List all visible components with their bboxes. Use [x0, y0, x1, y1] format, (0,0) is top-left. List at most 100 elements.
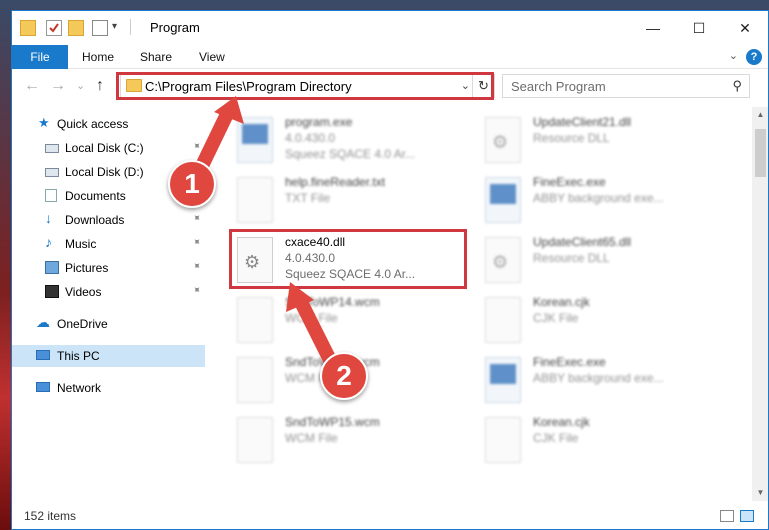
file-item[interactable]: Korean.cjk CJK File — [479, 291, 719, 349]
file-item[interactable]: Korean.cjk CJK File — [479, 411, 719, 469]
sidebar-item-quick-access[interactable]: ★ Quick access — [12, 113, 205, 135]
file-name: FineExec.exe — [533, 355, 606, 369]
sidebar-item-label: Downloads — [65, 213, 125, 227]
step-2-badge: 2 — [320, 352, 368, 400]
file-item[interactable]: program.exe 4.0.430.0 Squeez SQACE 4.0 A… — [231, 111, 471, 169]
file-detail: 4.0.430.0 — [285, 131, 336, 145]
file-item[interactable]: help.fineReader.txt TXT File — [231, 171, 471, 229]
tab-file[interactable]: File — [12, 45, 68, 69]
file-name: Korean.cjk — [533, 295, 590, 309]
sidebar-item-this-pc[interactable]: This PC — [12, 345, 205, 367]
scroll-down-icon[interactable]: ▼ — [752, 485, 768, 501]
recent-locations-button[interactable]: ⌄ — [76, 79, 85, 92]
forward-button[interactable]: → — [50, 77, 66, 95]
title-bar: ▾ Program — ☐ ✕ — [12, 11, 768, 45]
cloud-icon: ☁ — [36, 314, 50, 330]
close-button[interactable]: ✕ — [722, 11, 768, 45]
file-item[interactable]: SndToWP14.wcm WCM File — [231, 291, 471, 349]
pin-icon: ✦ — [189, 283, 204, 298]
file-detail: ABBY background exe... — [533, 371, 664, 385]
file-name: UpdateClient65.dll — [533, 235, 632, 249]
tab-share[interactable]: Share — [140, 50, 172, 64]
music-icon: ♪ — [45, 234, 52, 250]
tiles-view-icon[interactable] — [740, 510, 754, 522]
file-item[interactable]: UpdateClient21.dll Resource DLL — [479, 111, 719, 169]
file-name: program.exe — [285, 115, 353, 129]
sidebar-item-downloads[interactable]: ↓ Downloads ✦ — [12, 209, 205, 231]
title-divider — [130, 19, 131, 35]
file-item[interactable]: SndToWP15.wcm WCM File — [231, 411, 471, 469]
back-button[interactable]: ← — [24, 77, 40, 95]
minimize-button[interactable]: — — [630, 11, 676, 45]
downloads-icon: ↓ — [45, 210, 52, 226]
file-highlight-box — [229, 229, 467, 289]
file-detail: TXT File — [285, 191, 331, 205]
file-item[interactable]: UpdateClient65.dll Resource DLL — [479, 231, 719, 289]
file-detail: WCM File — [285, 311, 338, 325]
dll-file-icon — [485, 117, 521, 163]
star-icon: ★ — [38, 115, 50, 130]
quick-access-toolbar-icon[interactable] — [92, 20, 108, 36]
sidebar-item-label: Quick access — [57, 117, 129, 131]
new-folder-icon[interactable] — [68, 20, 84, 36]
exe-file-icon — [485, 357, 521, 403]
videos-icon — [45, 285, 59, 298]
search-input[interactable] — [511, 78, 721, 94]
help-icon[interactable]: ? — [746, 49, 762, 65]
sidebar-item-music[interactable]: ♪ Music ✦ — [12, 233, 205, 255]
file-detail: WCM File — [285, 431, 338, 445]
dll-file-icon — [485, 237, 521, 283]
expand-ribbon-icon[interactable]: ⌄ — [729, 49, 738, 62]
file-name: help.fineReader.txt — [285, 175, 386, 189]
sidebar-item-label: Documents — [65, 189, 126, 203]
status-bar: 152 items — [12, 501, 768, 529]
file-item[interactable]: FineExec.exe ABBY background exe... — [479, 351, 719, 409]
vertical-scrollbar[interactable]: ▲ ▼ — [752, 107, 768, 501]
step-1-badge: 1 — [168, 160, 216, 208]
file-detail: Resource DLL — [533, 131, 610, 145]
up-button[interactable]: ↑ — [96, 77, 104, 95]
sidebar-item-label: Videos — [65, 285, 102, 299]
drive-icon — [45, 144, 59, 153]
txt-file-icon — [237, 177, 273, 223]
ribbon-tabs: File Home Share View ⌄ ? — [12, 45, 768, 69]
exe-file-icon — [485, 177, 521, 223]
window-title: Program — [150, 20, 200, 35]
sidebar-item-videos[interactable]: Videos ✦ — [12, 281, 205, 303]
sidebar-item-label: Local Disk (D:) — [65, 165, 144, 179]
pin-icon: ✦ — [189, 139, 204, 154]
sidebar-item-onedrive[interactable]: ☁ OneDrive — [12, 313, 205, 335]
sidebar-item-label: Music — [65, 237, 97, 251]
item-count: 152 items — [24, 509, 77, 523]
scroll-up-icon[interactable]: ▲ — [752, 107, 768, 123]
sidebar-item-label: Pictures — [65, 261, 109, 275]
sidebar-item-label: OneDrive — [57, 317, 108, 331]
search-box[interactable]: ⚲ — [502, 74, 750, 98]
customize-toolbar-chevron-icon[interactable]: ▾ — [112, 21, 117, 32]
sidebar-item-local-disk-c[interactable]: Local Disk (C:) ✦ — [12, 137, 205, 159]
drive-icon — [45, 168, 59, 177]
details-view-icon[interactable] — [720, 510, 734, 522]
file-icon — [485, 297, 521, 343]
maximize-button[interactable]: ☐ — [676, 11, 722, 45]
tab-home[interactable]: Home — [82, 50, 114, 64]
exe-file-icon — [237, 117, 273, 163]
sidebar-item-network[interactable]: Network — [12, 377, 205, 399]
file-icon — [237, 357, 273, 403]
network-icon — [36, 382, 50, 392]
file-name: Korean.cjk — [533, 415, 590, 429]
navigation-pane: ★ Quick access Local Disk (C:) ✦ Local D… — [12, 107, 205, 487]
sidebar-item-label: This PC — [57, 349, 100, 363]
file-detail: ABBY background exe... — [533, 191, 664, 205]
pictures-icon — [45, 261, 59, 274]
scrollbar-thumb[interactable] — [755, 129, 766, 177]
tab-view[interactable]: View — [199, 50, 225, 64]
file-name: SndToWP14.wcm — [285, 295, 380, 309]
file-item[interactable]: FineExec.exe ABBY background exe... — [479, 171, 719, 229]
properties-icon[interactable] — [46, 20, 62, 36]
file-name: FineExec.exe — [533, 175, 606, 189]
sidebar-item-pictures[interactable]: Pictures ✦ — [12, 257, 205, 279]
folder-icon — [20, 20, 36, 36]
file-detail: CJK File — [533, 431, 579, 445]
search-icon[interactable]: ⚲ — [732, 78, 742, 94]
